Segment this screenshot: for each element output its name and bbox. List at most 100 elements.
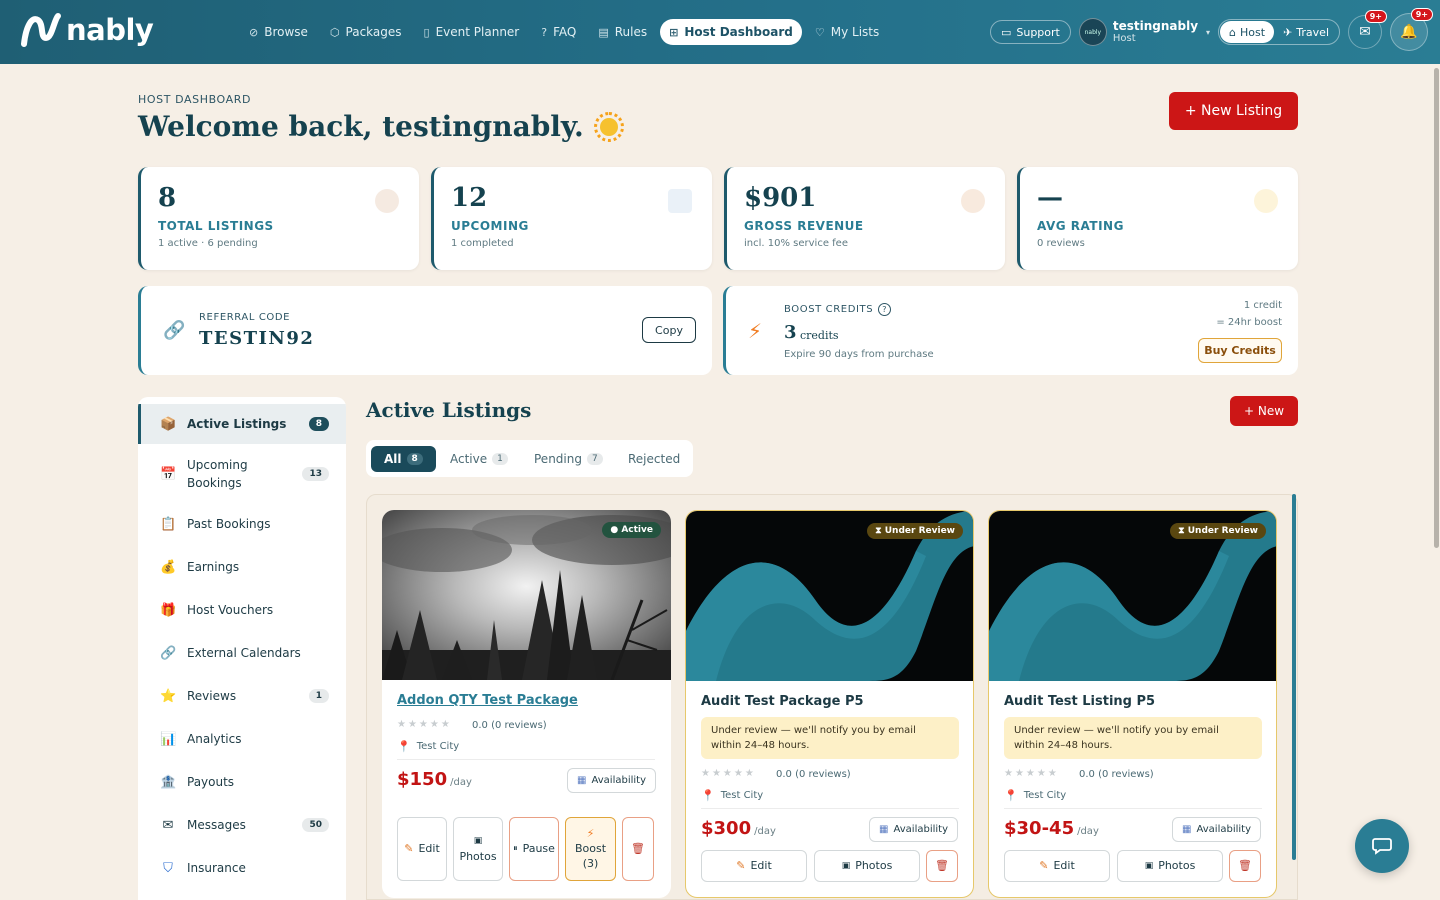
- welcome-text: Welcome back, testingnably.: [138, 110, 584, 143]
- boost-button[interactable]: ⚡ Boost (3): [565, 817, 616, 881]
- copy-button[interactable]: Copy: [642, 317, 696, 343]
- tab-active[interactable]: Active 1: [437, 446, 521, 472]
- new-button[interactable]: + New: [1230, 396, 1298, 426]
- sidebar-item-reviews[interactable]: ⭐ Reviews 1: [138, 676, 346, 716]
- sidebar-item-external-calendars[interactable]: 🔗 External Calendars: [138, 633, 346, 673]
- chat-button[interactable]: [1355, 819, 1409, 873]
- city-text: Test City: [416, 741, 460, 752]
- sidebar-item-payouts[interactable]: 🏦 Payouts: [138, 762, 346, 802]
- sidebar-item-messages[interactable]: ✉ Messages 50: [138, 805, 346, 845]
- pause-button[interactable]: ⏸ Pause: [509, 817, 559, 881]
- sidebar-item-past-bookings[interactable]: 📋 Past Bookings: [138, 504, 346, 544]
- pin-icon: 📍: [397, 740, 411, 753]
- tab-all[interactable]: All 8: [371, 446, 436, 472]
- listings-scrollbar[interactable]: [1292, 494, 1296, 860]
- sidebar-item-host-vouchers[interactable]: 🎁 Host Vouchers: [138, 590, 346, 630]
- referral-label: REFERRAL CODE: [199, 312, 291, 323]
- dashboard-sidebar: 📦 Active Listings 8 📅 Upcoming Bookings …: [138, 397, 346, 900]
- edit-button[interactable]: ✎ Edit: [397, 817, 447, 881]
- messages-button[interactable]: ✉ 9+: [1348, 10, 1387, 49]
- money-bag-icon: 💰: [160, 559, 177, 575]
- bank-icon: 🏦: [160, 774, 177, 790]
- notifications-badge: 9+: [1410, 8, 1433, 21]
- photos-label: Photos: [1158, 859, 1196, 872]
- tab-rejected[interactable]: Rejected: [615, 446, 693, 472]
- nav-rules[interactable]: ▤ Rules: [589, 19, 656, 45]
- bolt-icon: ⚡: [586, 827, 595, 840]
- user-name: testingnably: [1112, 19, 1199, 33]
- listings-grid: ● Active Addon QTY Test Package ★★★★★ 0.…: [366, 494, 1298, 900]
- sidebar-item-label: Past Bookings: [187, 517, 271, 531]
- nav-host-dashboard[interactable]: ⊞ Host Dashboard: [660, 19, 802, 45]
- sidebar-item-analytics[interactable]: 📊 Analytics: [138, 719, 346, 759]
- review-notice: Under review — we'll notify you by email…: [701, 717, 959, 759]
- tab-label: Active: [450, 452, 488, 466]
- sidebar-item-label: Reviews: [187, 689, 237, 703]
- support-button[interactable]: ▭ Support: [989, 20, 1071, 44]
- edit-button[interactable]: ✎ Edit: [701, 850, 807, 882]
- nav-browse[interactable]: ⊘ Browse: [240, 19, 317, 45]
- delete-button[interactable]: 🗑: [926, 850, 958, 882]
- map-icon: ▯: [423, 25, 430, 39]
- tab-label: Pending: [534, 452, 582, 466]
- price-unit: /day: [754, 826, 776, 837]
- delete-button[interactable]: 🗑: [622, 817, 654, 881]
- photos-button[interactable]: ▣ Photos: [453, 817, 503, 881]
- nav-event-planner[interactable]: ▯ Event Planner: [415, 19, 529, 45]
- listing-photo[interactable]: ⧗ Under Review: [686, 511, 973, 681]
- brand-logo[interactable]: nably: [20, 12, 154, 48]
- stat-value: 12: [451, 183, 488, 213]
- user-role: Host: [1112, 33, 1136, 44]
- nav-my-lists[interactable]: ♡ My Lists: [806, 19, 888, 45]
- chat-bubble-icon: [1372, 838, 1392, 855]
- nav-label: Packages: [345, 25, 402, 39]
- sidebar-item-label: Messages: [187, 818, 246, 832]
- help-icon: ?: [541, 25, 548, 39]
- availability-button[interactable]: ▦ Availability: [1172, 817, 1261, 842]
- nav-packages[interactable]: ⬡ Packages: [321, 19, 411, 45]
- sidebar-item-label: Payouts: [187, 775, 235, 789]
- sidebar-item-upcoming-bookings[interactable]: 📅 Upcoming Bookings 13: [138, 453, 346, 495]
- availability-button[interactable]: ▦ Availability: [869, 817, 958, 842]
- new-listing-button[interactable]: + New Listing: [1169, 92, 1298, 130]
- mode-host[interactable]: ⌂ Host: [1220, 21, 1275, 43]
- sidebar-item-earnings[interactable]: 💰 Earnings: [138, 547, 346, 587]
- stat-label: UPCOMING: [451, 219, 529, 233]
- listing-title-link[interactable]: Addon QTY Test Package: [397, 693, 578, 708]
- edit-button[interactable]: ✎ Edit: [1004, 850, 1110, 882]
- buy-credits-button[interactable]: Buy Credits: [1198, 338, 1282, 363]
- nav-label: Browse: [264, 25, 308, 39]
- nav-right: ▭ Support nably testingnably Host ▾ ⌂ Host…: [989, 8, 1433, 52]
- top-nav: nably ⊘ Browse ⬡ Packages ▯ Event Planner ?…: [0, 0, 1440, 64]
- rating-text: 0.0 (0 reviews): [776, 769, 851, 780]
- nav-label: Rules: [614, 25, 648, 39]
- boost-label-row: BOOST CREDITS ?: [784, 303, 892, 316]
- bar-chart-icon: 📊: [160, 731, 177, 747]
- tab-count: 7: [586, 453, 603, 465]
- listing-photo[interactable]: ⧗ Under Review: [989, 511, 1276, 681]
- photos-button[interactable]: ▣ Photos: [1117, 850, 1223, 882]
- sidebar-item-label: Host Vouchers: [187, 603, 274, 617]
- link-icon: 🔗: [163, 320, 186, 341]
- plane-icon: ✈: [1283, 25, 1293, 39]
- listing-card: ⧗ Under Review Audit Test Listing P5 Und…: [988, 510, 1277, 898]
- user-menu[interactable]: nably testingnably Host ▾: [1078, 18, 1210, 46]
- listing-title: Audit Test Listing P5: [1004, 694, 1156, 709]
- page-scrollbar[interactable]: [1434, 68, 1439, 548]
- mode-travel[interactable]: ✈ Travel: [1274, 21, 1338, 43]
- nav-faq[interactable]: ? FAQ: [532, 19, 585, 45]
- notifications-button[interactable]: 🔔 9+: [1390, 8, 1433, 51]
- help-icon[interactable]: ?: [878, 303, 892, 316]
- sidebar-item-active-listings[interactable]: 📦 Active Listings 8: [138, 404, 346, 444]
- heart-icon: ♡: [814, 25, 825, 39]
- sidebar-item-insurance[interactable]: ⛉ Insurance: [138, 848, 346, 888]
- nav-label: Event Planner: [435, 25, 520, 39]
- availability-button[interactable]: ▦ Availability: [567, 768, 656, 793]
- tab-pending[interactable]: Pending 7: [521, 446, 616, 472]
- tab-label: All: [384, 452, 402, 466]
- delete-button[interactable]: 🗑: [1229, 850, 1261, 882]
- listing-photo[interactable]: ● Active: [382, 510, 671, 680]
- photos-button[interactable]: ▣ Photos: [814, 850, 920, 882]
- stat-value: —: [1037, 183, 1063, 213]
- stat-value: 8: [158, 183, 177, 213]
